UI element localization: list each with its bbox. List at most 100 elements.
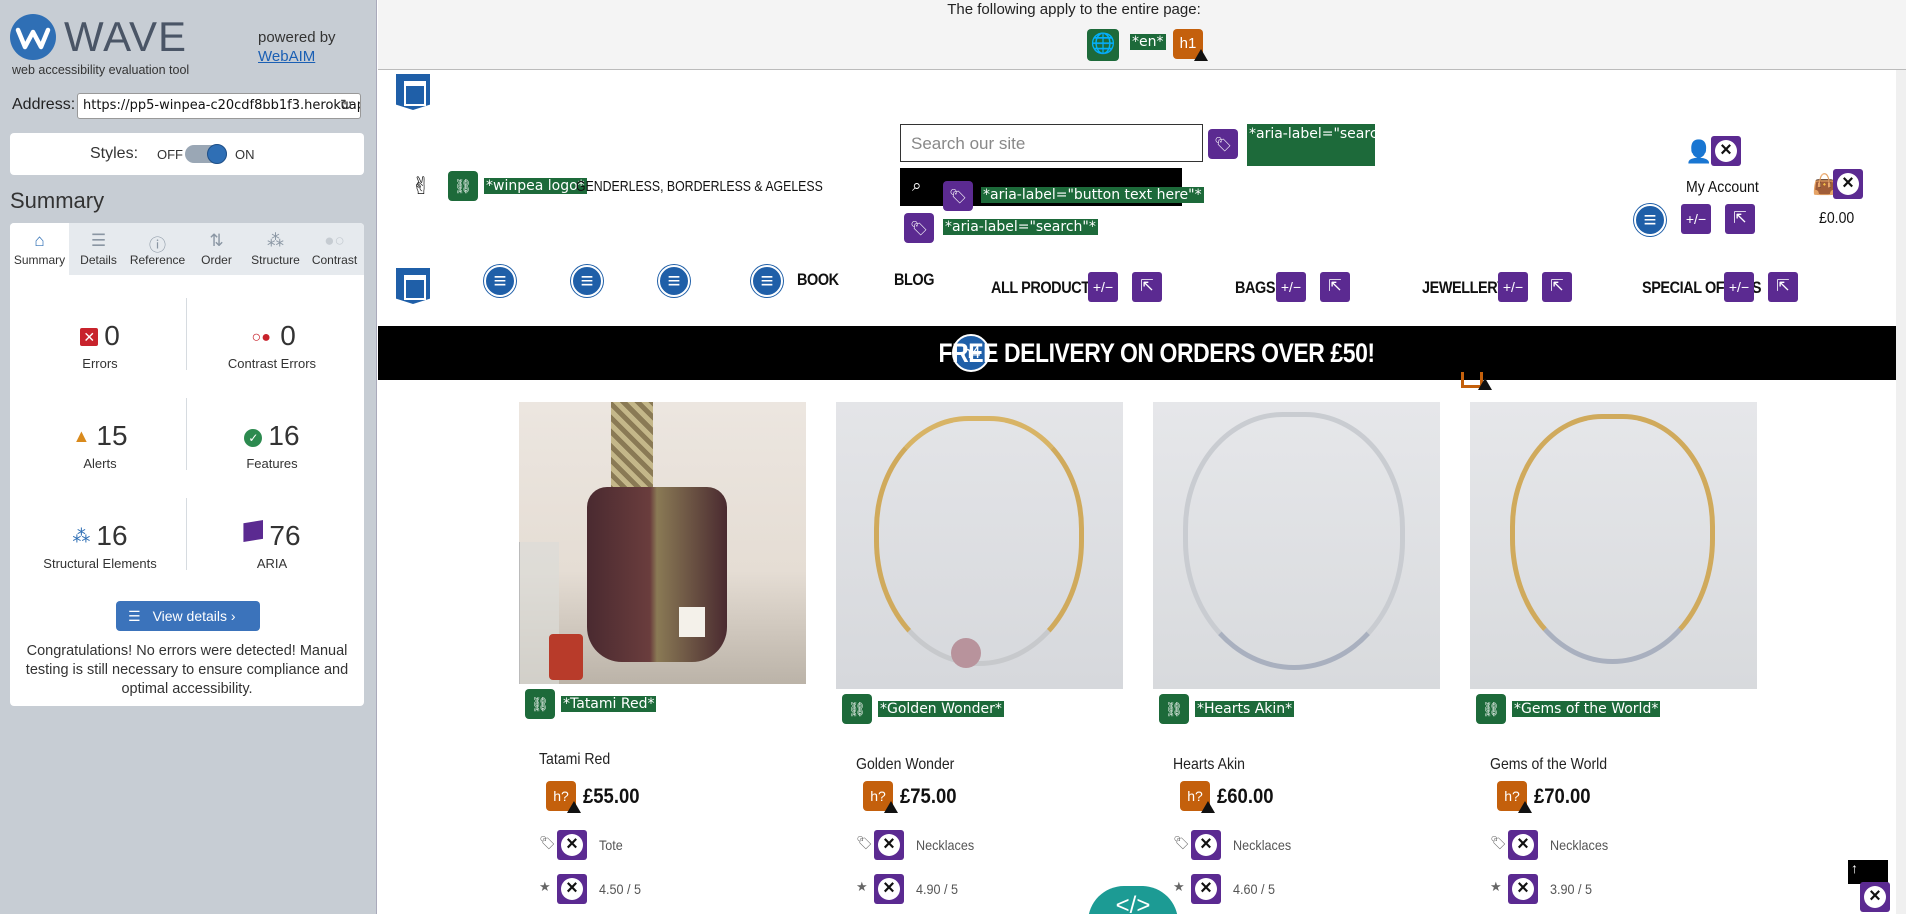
alt-text-icon[interactable]: ⛓ <box>448 171 478 201</box>
aria-expanded-icon[interactable]: +/− <box>1088 272 1118 302</box>
account-icon[interactable]: 👤 <box>1685 139 1712 165</box>
warning-icon <box>1478 378 1492 390</box>
reload-icon[interactable]: ↻ <box>340 96 353 114</box>
wave-logo-icon <box>10 14 56 60</box>
aria-expanded-icon[interactable]: +/− <box>1276 272 1306 302</box>
tab-summary[interactable]: ⌂ Summary <box>10 223 69 275</box>
aria-hidden-icon[interactable] <box>1191 874 1221 904</box>
product-name[interactable]: Tatami Red <box>539 751 610 769</box>
home-icon: ⌂ <box>34 231 45 250</box>
scrollbar-track[interactable] <box>1896 70 1906 914</box>
structure-tree-icon: ⁂ <box>72 526 91 546</box>
list-structure-icon[interactable] <box>484 265 516 297</box>
nav-bags[interactable]: BAGS <box>1235 278 1275 298</box>
product-category[interactable]: Tote <box>599 837 623 853</box>
aria-hidden-icon[interactable] <box>1191 830 1221 860</box>
address-label: Address: <box>12 96 76 113</box>
tab-label: Contrast <box>311 253 358 267</box>
aria-hidden-icon[interactable] <box>1860 882 1890 912</box>
aria-hidden-icon[interactable] <box>1508 874 1538 904</box>
tag-icon[interactable]: 🏷 <box>943 181 973 211</box>
tab-reference[interactable]: ⓘ Reference <box>128 223 187 275</box>
tab-order[interactable]: ⇅ Order <box>187 223 246 275</box>
aria-popup-icon[interactable]: ⇱ <box>1320 272 1350 302</box>
aria-hidden-icon[interactable] <box>874 830 904 860</box>
image-alt-tag: *Golden Wonder* <box>878 701 1004 717</box>
product-category[interactable]: Necklaces <box>1233 837 1291 853</box>
tab-structure[interactable]: ⁂ Structure <box>246 223 305 275</box>
aria-expanded-icon[interactable]: +/− <box>1681 204 1711 234</box>
alerts-count: 15 <box>96 420 128 451</box>
aria-popup-icon[interactable]: ⇱ <box>1768 272 1798 302</box>
wave-logo-word: WAVE <box>64 13 188 60</box>
aria-popup-icon[interactable]: ⇱ <box>1542 272 1572 302</box>
search-input[interactable]: Search our site <box>900 124 1203 162</box>
tag-icon[interactable]: 🏷 <box>904 213 934 243</box>
feature-check-icon: ✓ <box>244 429 263 447</box>
styles-toggle[interactable] <box>185 144 227 164</box>
my-account-link[interactable]: My Account <box>1686 179 1759 197</box>
alert-icon: ▲ <box>72 426 91 446</box>
product-name[interactable]: Golden Wonder <box>856 756 954 774</box>
nav-blog[interactable]: BLOG <box>894 270 934 290</box>
tag-icon[interactable]: 🏷 <box>1208 129 1238 159</box>
product-category[interactable]: Necklaces <box>916 837 974 853</box>
structural-label: Structural Elements <box>43 556 157 571</box>
features-stat[interactable]: ✓ 16 Features <box>187 420 357 471</box>
summary-heading: Summary <box>10 188 105 213</box>
wave-tagline: web accessibility evaluation tool <box>12 63 190 77</box>
structural-count: 16 <box>96 520 128 551</box>
product-category[interactable]: Necklaces <box>1550 837 1608 853</box>
alt-text-icon[interactable]: ⛓ <box>1476 694 1506 724</box>
back-to-top-button[interactable]: ↑ <box>1848 860 1888 884</box>
aria-expanded-icon[interactable]: +/− <box>1498 272 1528 302</box>
aria-hidden-icon[interactable] <box>1711 136 1741 166</box>
alt-text-icon[interactable]: ⛓ <box>1159 694 1189 724</box>
list-structure-icon[interactable] <box>751 265 783 297</box>
product-name[interactable]: Gems of the World <box>1490 756 1607 774</box>
alt-text-icon[interactable]: ⛓ <box>525 689 555 719</box>
product-image[interactable] <box>1470 402 1757 689</box>
contrast-errors-stat[interactable]: ○● 0 Contrast Errors <box>187 320 357 371</box>
aria-stat[interactable]: 76 ARIA <box>187 520 357 571</box>
aria-hidden-icon[interactable] <box>557 830 587 860</box>
list-structure-icon[interactable] <box>658 265 690 297</box>
winpea-logo-icon[interactable]: ✌ <box>411 172 431 201</box>
aria-hidden-icon[interactable] <box>557 874 587 904</box>
list-structure-icon[interactable] <box>1634 204 1666 236</box>
toggle-knob[interactable] <box>207 144 227 164</box>
aria-hidden-icon[interactable] <box>1508 830 1538 860</box>
aria-hidden-icon[interactable] <box>1833 169 1863 199</box>
aria-expanded-icon[interactable]: +/− <box>1724 272 1754 302</box>
aria-landmark-icon[interactable] <box>396 74 430 110</box>
code-view-toggle[interactable]: </> <box>1088 886 1178 914</box>
styles-off-label: OFF <box>157 147 183 162</box>
nav-book[interactable]: BOOK <box>797 270 839 290</box>
address-input[interactable]: https://pp5-winpea-c20cdf8bb1f3.herokuap… <box>77 93 361 119</box>
structural-stat[interactable]: ⁂ 16 Structural Elements <box>15 520 185 571</box>
product-image[interactable] <box>836 402 1123 689</box>
alerts-stat[interactable]: ▲ 15 Alerts <box>15 420 185 471</box>
globe-icon[interactable]: 🌐 <box>1087 29 1119 61</box>
product-rating: 4.90 / 5 <box>916 881 959 897</box>
aria-landmark-icon[interactable] <box>396 268 430 304</box>
aria-popup-icon[interactable]: ⇱ <box>1725 204 1755 234</box>
tab-details[interactable]: ☰ Details <box>69 223 128 275</box>
alt-text-icon[interactable]: ⛓ <box>842 694 872 724</box>
aria-popup-icon[interactable]: ⇱ <box>1132 272 1162 302</box>
product-image[interactable] <box>519 402 806 684</box>
basket-total[interactable]: £0.00 <box>1819 210 1854 228</box>
tagline: GENDERLESS, BORDERLESS & AGELESS <box>576 178 823 195</box>
errors-stat[interactable]: ✕ 0 Errors <box>15 320 185 371</box>
tab-contrast[interactable]: ●○ Contrast <box>305 223 364 275</box>
aria-icon <box>243 520 264 542</box>
view-details-button[interactable]: ☰ View details › <box>116 601 260 631</box>
product-name[interactable]: Hearts Akin <box>1173 756 1245 774</box>
nav-jewellery[interactable]: JEWELLERY <box>1422 278 1506 298</box>
warning-icon <box>1194 49 1208 61</box>
nav-all-products[interactable]: ALL PRODUCTS <box>991 278 1099 298</box>
webaim-link[interactable]: WebAIM <box>258 47 336 66</box>
product-image[interactable] <box>1153 402 1440 689</box>
list-structure-icon[interactable] <box>571 265 603 297</box>
aria-hidden-icon[interactable] <box>874 874 904 904</box>
